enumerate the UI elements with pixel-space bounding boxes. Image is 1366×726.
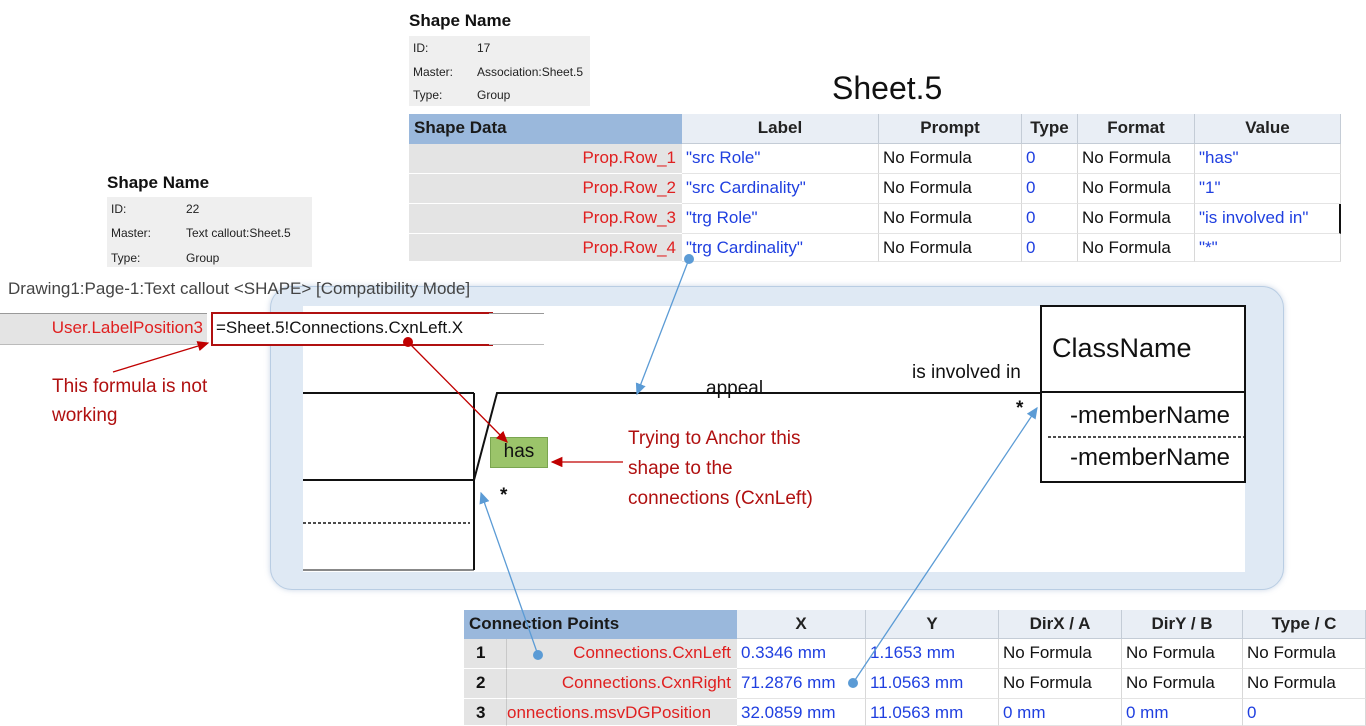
row-name[interactable]: onnections.msvDGPosition <box>507 699 737 726</box>
note-line: This formula is not <box>52 376 208 397</box>
dirx-cell[interactable]: 0 mm <box>999 699 1122 726</box>
anchor-note: Trying to Anchor this shape to the conne… <box>628 424 813 514</box>
connection-points-section-header[interactable]: Connection Points <box>464 610 737 639</box>
row-name[interactable]: Connections.CxnRight <box>507 669 737 699</box>
formula-row-filler <box>489 313 544 345</box>
row-number[interactable]: 1 <box>464 639 507 669</box>
diry-cell[interactable]: No Formula <box>1122 669 1243 699</box>
dirx-cell[interactable]: No Formula <box>999 669 1122 699</box>
x-cell[interactable]: 71.2876 mm <box>737 669 866 699</box>
connection-points-table: Connection Points X Y DirX / A DirY / B … <box>464 610 1366 726</box>
note-line: working <box>52 405 118 426</box>
connector-name-label: appeal <box>706 378 764 399</box>
row-number[interactable]: 3 <box>464 699 507 726</box>
type-cell[interactable]: No Formula <box>1243 639 1366 669</box>
row-name[interactable]: Connections.CxnLeft <box>507 639 737 669</box>
column-header[interactable]: X <box>737 610 866 639</box>
target-role-label: is involved in <box>912 362 1021 383</box>
type-cell[interactable]: No Formula <box>1243 669 1366 699</box>
target-cardinality-label: * <box>1016 398 1024 419</box>
column-header[interactable]: DirX / A <box>999 610 1122 639</box>
formula-row-name-cell[interactable]: User.LabelPosition3 <box>0 313 207 345</box>
formula-note: This formula is not working <box>52 372 207 430</box>
source-role-callout[interactable]: has <box>490 437 548 468</box>
member-name-label: -memberName <box>1070 444 1231 471</box>
x-cell[interactable]: 32.0859 mm <box>737 699 866 726</box>
formula-input[interactable]: =Sheet.5!Connections.CxnLeft.X <box>211 312 493 346</box>
source-cardinality-label: * <box>500 485 508 506</box>
formula-text: =Sheet.5!Connections.CxnLeft.X <box>216 318 464 337</box>
y-cell[interactable]: 11.0563 mm <box>866 699 999 726</box>
row-number[interactable]: 2 <box>464 669 507 699</box>
column-header[interactable]: Y <box>866 610 999 639</box>
member-name-label: -memberName <box>1070 402 1231 429</box>
diry-cell[interactable]: 0 mm <box>1122 699 1243 726</box>
y-cell[interactable]: 1.1653 mm <box>866 639 999 669</box>
column-header[interactable]: Type / C <box>1243 610 1366 639</box>
note-line: shape to the <box>628 458 733 479</box>
x-cell[interactable]: 0.3346 mm <box>737 639 866 669</box>
class-name-label: ClassName <box>1052 333 1192 363</box>
note-line: connections (CxnLeft) <box>628 488 813 509</box>
column-header[interactable]: DirY / B <box>1122 610 1243 639</box>
type-cell[interactable]: 0 <box>1243 699 1366 726</box>
note-line: Trying to Anchor this <box>628 428 801 449</box>
diry-cell[interactable]: No Formula <box>1122 639 1243 669</box>
window-title: Drawing1:Page-1:Text callout <SHAPE> [Co… <box>8 279 471 298</box>
dirx-cell[interactable]: No Formula <box>999 639 1122 669</box>
y-cell[interactable]: 11.0563 mm <box>866 669 999 699</box>
formula-row-name: User.LabelPosition3 <box>51 318 203 337</box>
